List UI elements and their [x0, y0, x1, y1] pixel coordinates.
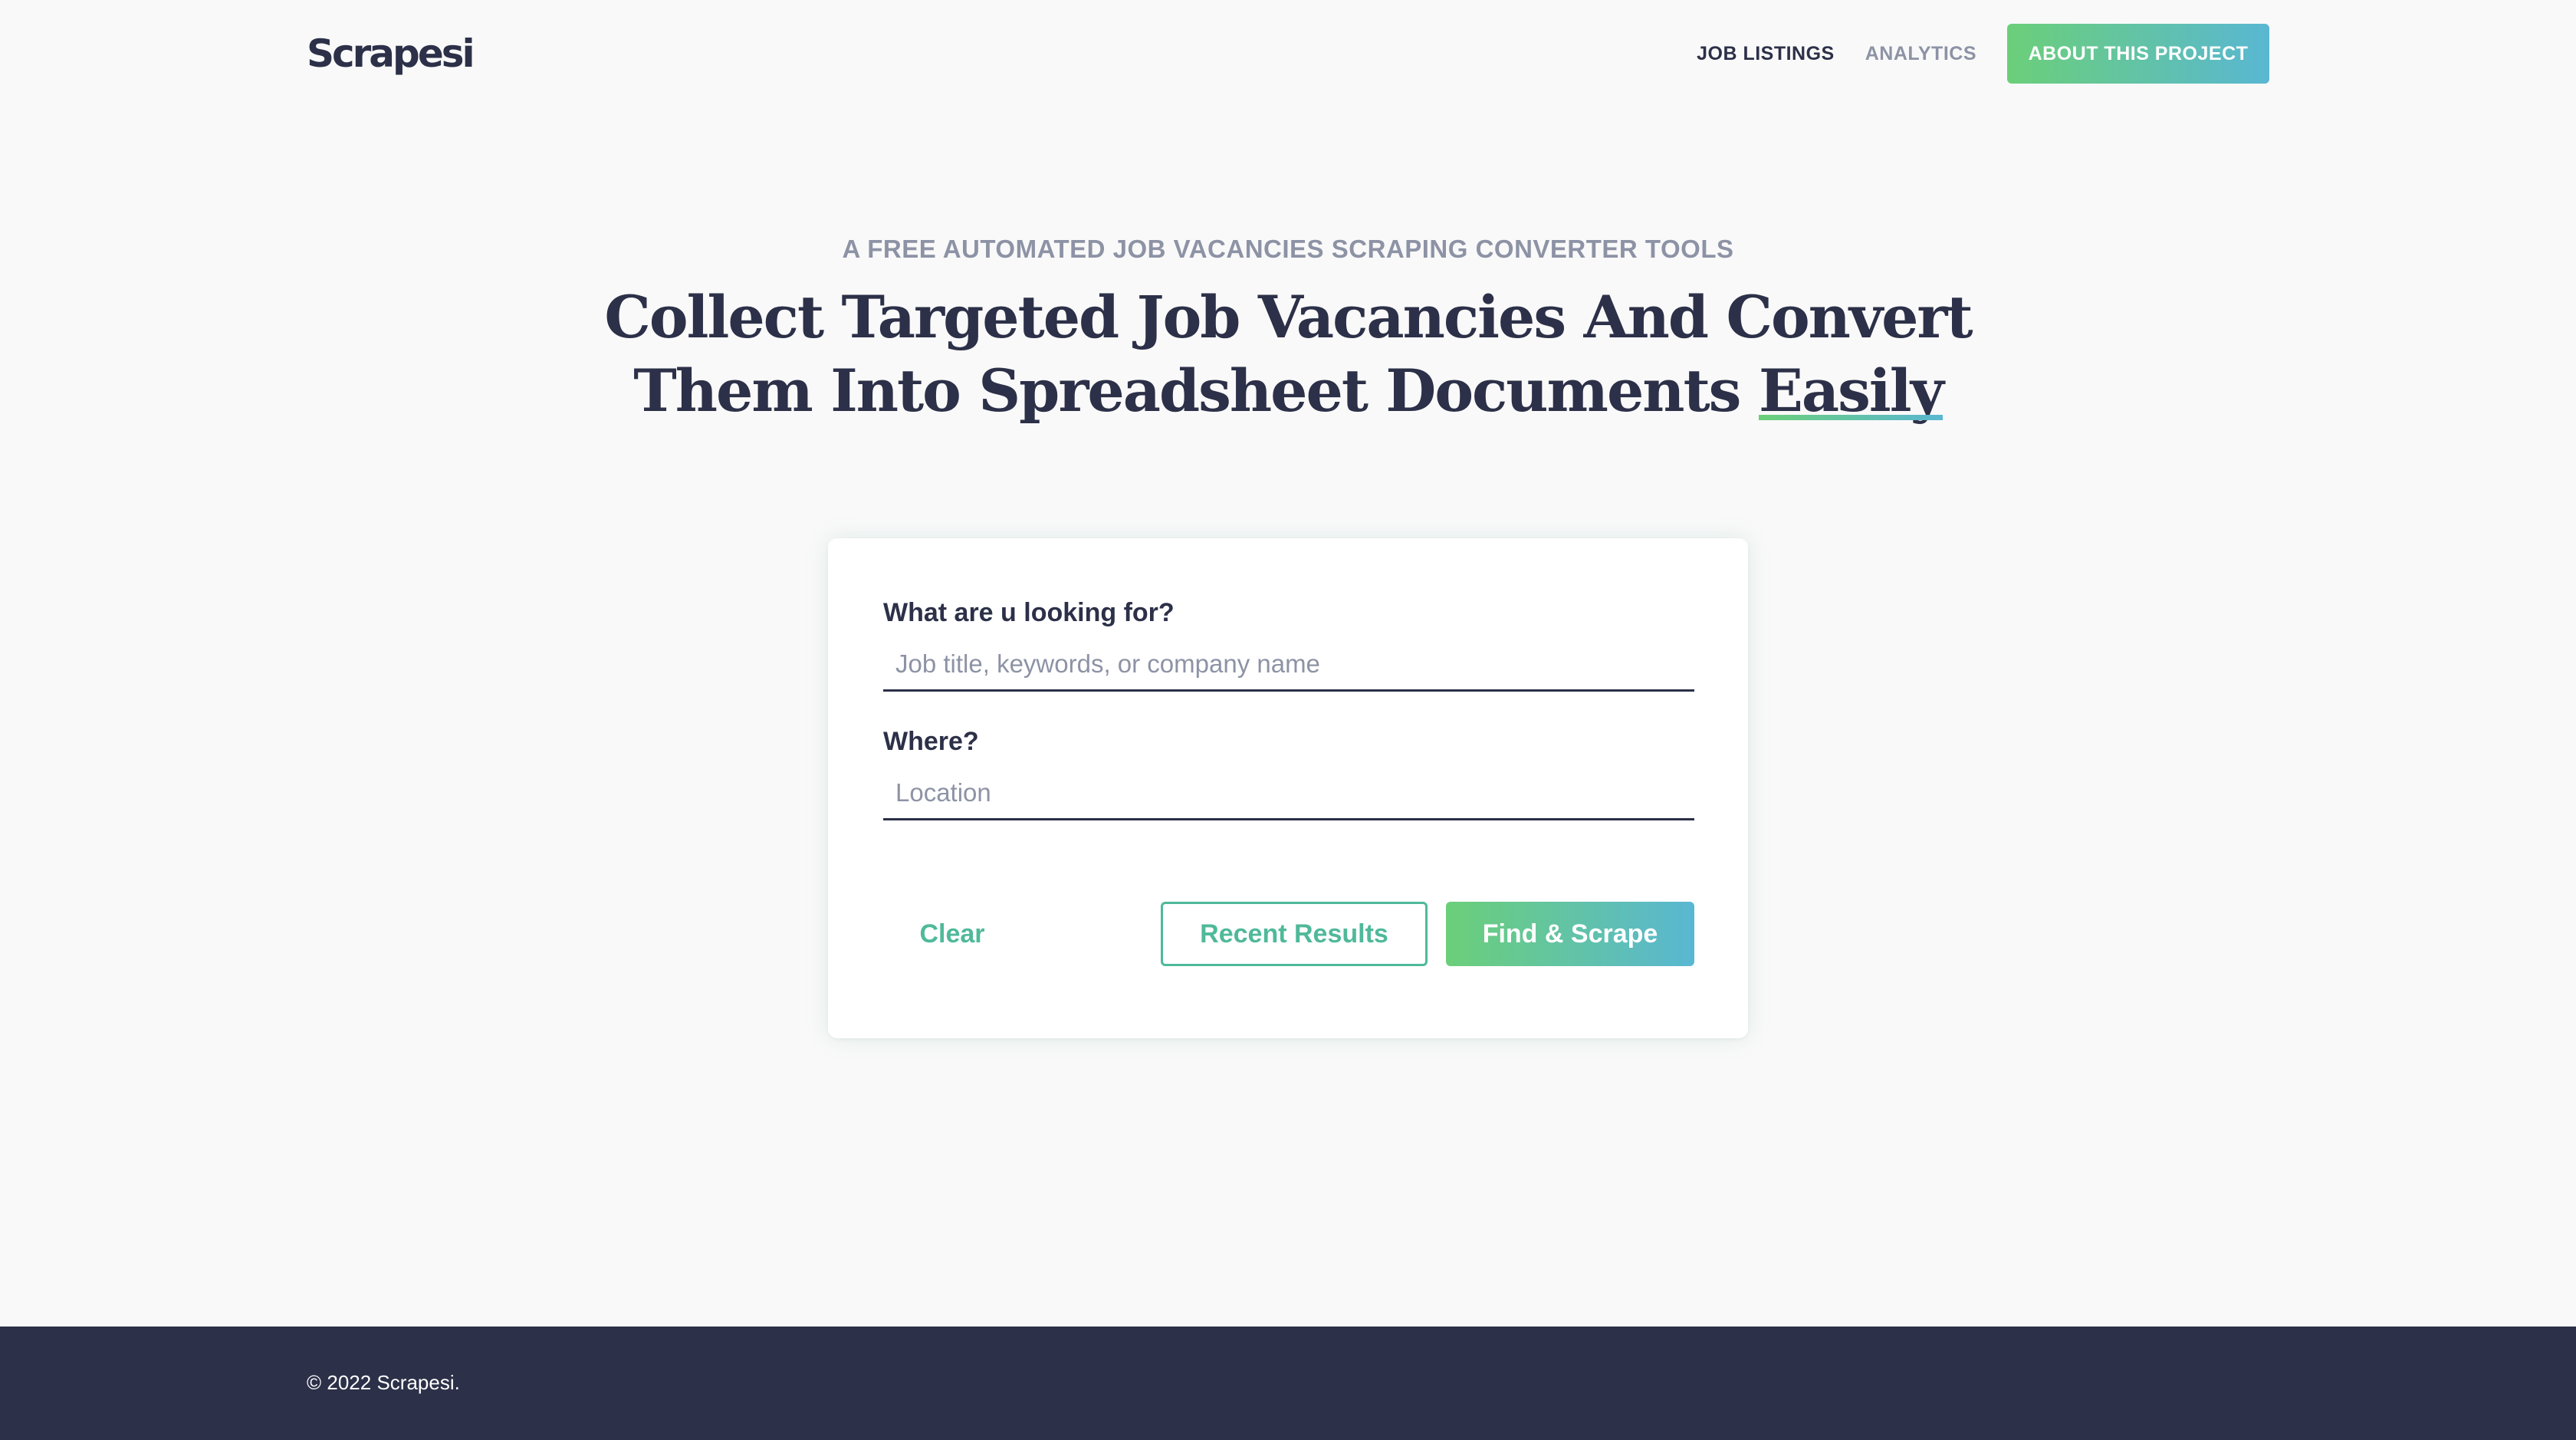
nav-job-listings[interactable]: JOB LISTINGS	[1697, 43, 1835, 65]
headline-accent: Easily	[1758, 354, 1944, 428]
main-nav: JOB LISTINGS ANALYTICS ABOUT THIS PROJEC…	[1697, 24, 2269, 84]
nav-analytics[interactable]: ANALYTICS	[1865, 43, 1976, 65]
search-card: What are u looking for? Where? Clear Rec…	[828, 538, 1748, 1038]
find-scrape-button[interactable]: Find & Scrape	[1446, 902, 1694, 966]
copyright: © 2022 Scrapesi.	[307, 1371, 460, 1394]
what-input[interactable]	[883, 638, 1694, 692]
site-footer: © 2022 Scrapesi.	[0, 1327, 2576, 1440]
headline-line-1: Collect Targeted Job Vacancies And Conve…	[604, 283, 1973, 351]
where-input[interactable]	[883, 767, 1694, 820]
where-label: Where?	[883, 727, 979, 756]
what-label: What are u looking for?	[883, 598, 1175, 627]
hero-headline: Collect Targeted Job Vacancies And Conve…	[598, 281, 1978, 428]
hero-eyebrow: A FREE AUTOMATED JOB VACANCIES SCRAPING …	[842, 235, 1734, 263]
recent-results-button[interactable]: Recent Results	[1161, 902, 1428, 966]
site-header: Scrapesi JOB LISTINGS ANALYTICS ABOUT TH…	[0, 0, 2576, 107]
logo[interactable]: Scrapesi	[307, 29, 475, 78]
headline-line-2: Them Into Spreadsheet Documents	[633, 357, 1741, 425]
clear-button[interactable]: Clear	[883, 902, 1021, 966]
about-project-button[interactable]: ABOUT THIS PROJECT	[2007, 24, 2269, 84]
